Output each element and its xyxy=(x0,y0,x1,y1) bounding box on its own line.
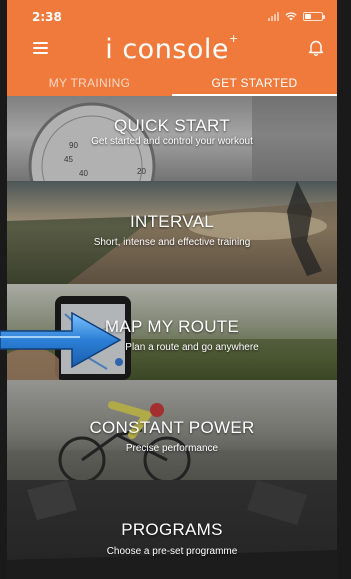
wifi-icon xyxy=(285,11,297,20)
tile-interval[interactable]: INTERVAL Short, intense and effective tr… xyxy=(7,181,337,284)
status-bar: 2:38 xyxy=(7,0,337,30)
tile-subtitle: Choose a pre-set programme xyxy=(106,546,238,557)
tile-title: INTERVAL xyxy=(130,212,214,231)
tile-subtitle: Get started and control your workout xyxy=(91,136,253,147)
tile-title: QUICK START xyxy=(113,116,231,135)
tile-title: PROGRAMS xyxy=(121,520,223,539)
tile-constant-power[interactable]: CONSTANT POWER Precise performance xyxy=(7,380,337,480)
app-logo: i console+ xyxy=(7,32,337,65)
tile-quick-start[interactable]: 90 45 40 20 QUICK START Get started and … xyxy=(7,96,337,181)
signal-icon xyxy=(268,11,279,21)
tab-get-started[interactable]: GET STARTED xyxy=(172,72,337,96)
arrow-icon xyxy=(0,311,122,369)
status-time: 2:38 xyxy=(32,10,62,24)
logo-text: i console xyxy=(105,34,230,65)
tile-subtitle: Short, intense and effective training xyxy=(93,237,251,248)
tab-my-training[interactable]: MY TRAINING xyxy=(7,72,172,96)
tile-programs[interactable]: PROGRAMS Choose a pre-set programme xyxy=(7,480,337,579)
tile-title: CONSTANT POWER xyxy=(89,418,255,437)
battery-icon xyxy=(303,11,325,21)
bell-icon[interactable] xyxy=(308,39,324,56)
app-screen: 2:38 i console+ MY TRAINING GET STARTED … xyxy=(7,0,337,579)
tab-bar: MY TRAINING GET STARTED xyxy=(7,72,337,96)
tile-subtitle: Precise performance xyxy=(125,443,219,454)
status-icons xyxy=(268,10,325,22)
app-header: 2:38 i console+ MY TRAINING GET STARTED xyxy=(7,0,337,96)
logo-plus: + xyxy=(229,32,239,45)
